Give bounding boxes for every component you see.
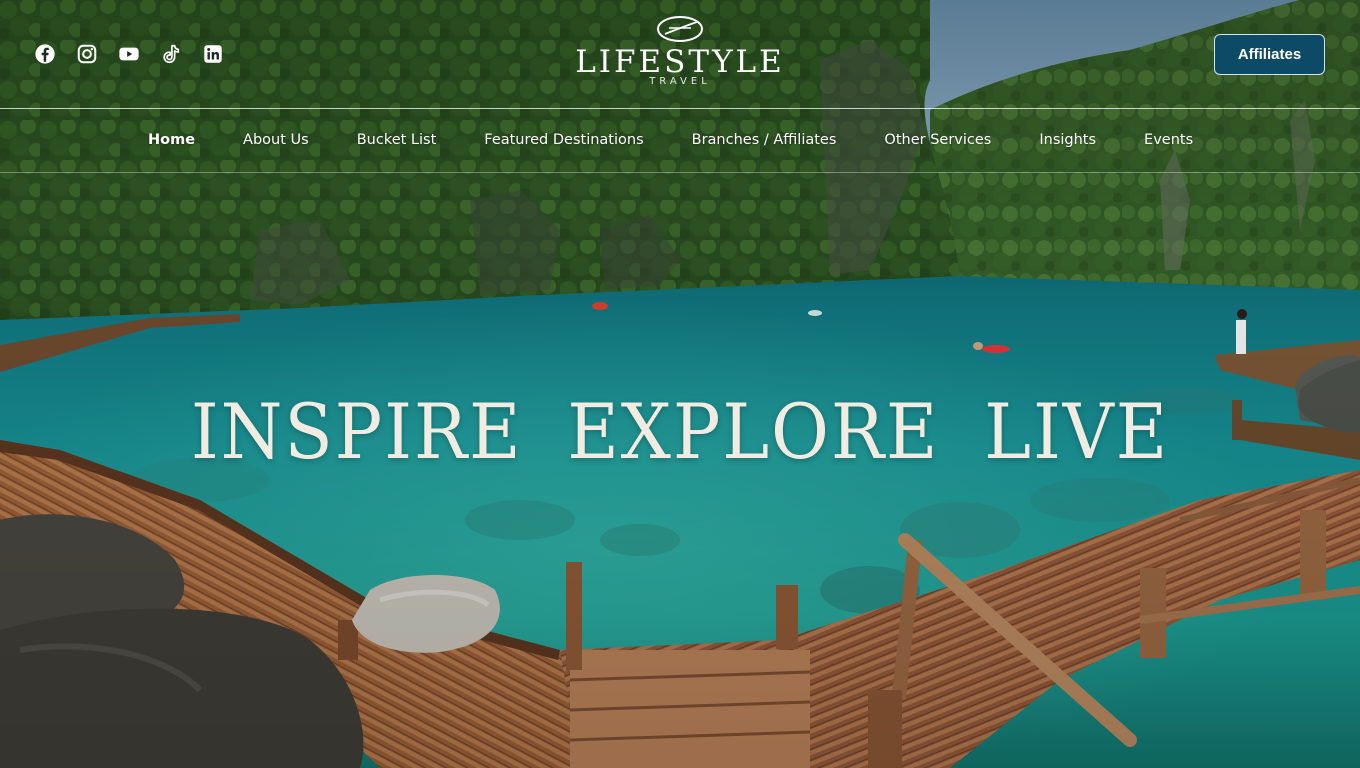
nav-item-about-us[interactable]: About Us bbox=[243, 122, 309, 158]
social-links bbox=[34, 43, 224, 65]
page: LIFESTYLE TRAVEL Affiliates Home About U… bbox=[0, 0, 1360, 768]
linkedin-icon[interactable] bbox=[202, 43, 224, 65]
instagram-icon[interactable] bbox=[76, 43, 98, 65]
header-divider bbox=[0, 108, 1360, 109]
facebook-icon[interactable] bbox=[34, 43, 56, 65]
nav-item-insights[interactable]: Insights bbox=[1039, 122, 1096, 158]
affiliates-button[interactable]: Affiliates bbox=[1214, 34, 1325, 75]
tiktok-icon[interactable] bbox=[160, 43, 182, 65]
nav-item-bucket-list[interactable]: Bucket List bbox=[357, 122, 437, 158]
site-header: LIFESTYLE TRAVEL Affiliates bbox=[0, 0, 1360, 108]
nav-item-events[interactable]: Events bbox=[1144, 122, 1193, 158]
main-nav: Home About Us Bucket List Featured Desti… bbox=[148, 122, 1193, 158]
globe-swoosh-icon bbox=[657, 16, 703, 42]
youtube-icon[interactable] bbox=[118, 43, 140, 65]
nav-divider bbox=[0, 172, 1360, 173]
brand-logo[interactable]: LIFESTYLE TRAVEL bbox=[570, 14, 790, 96]
brand-name: LIFESTYLE bbox=[575, 44, 785, 80]
nav-item-featured-destinations[interactable]: Featured Destinations bbox=[484, 122, 643, 158]
hero-headline: INSPIRE EXPLORE LIVE bbox=[190, 387, 1170, 476]
nav-item-home[interactable]: Home bbox=[148, 122, 195, 158]
nav-item-other-services[interactable]: Other Services bbox=[884, 122, 991, 158]
nav-item-branches-affiliates[interactable]: Branches / Affiliates bbox=[692, 122, 837, 158]
